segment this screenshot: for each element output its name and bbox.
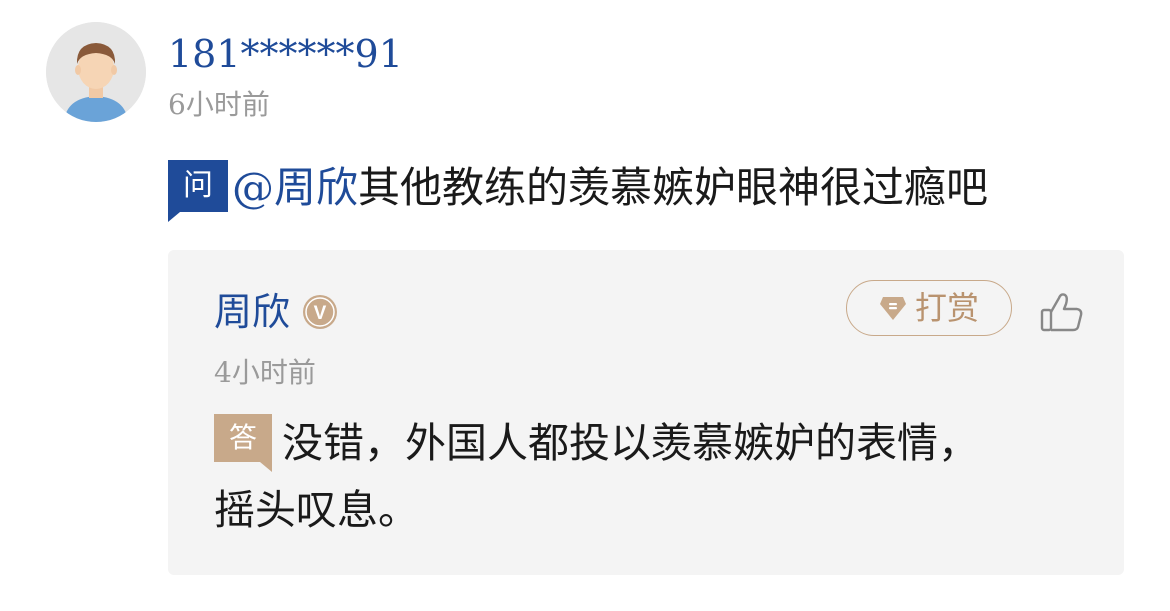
user-avatar[interactable] xyxy=(46,22,146,122)
question-text-line: 问 @周欣其他教练的羡慕嫉妒眼神很过瘾吧 xyxy=(168,158,989,222)
answer-card: 周欣 V 打赏 4小时前 答没错，外国人都投以羡慕嫉妒的表情，摇头叹息。 xyxy=(168,250,1124,575)
question-text: 其他教练的羡慕嫉妒眼神很过瘾吧 xyxy=(358,163,989,212)
asker-username[interactable]: 181******91 xyxy=(168,30,403,78)
verified-badge-icon: V xyxy=(303,295,337,329)
tip-button[interactable]: 打赏 xyxy=(846,280,1012,336)
asker-timestamp: 6小时前 xyxy=(168,88,270,121)
thumbs-up-icon xyxy=(1040,293,1083,332)
svg-text:V: V xyxy=(314,303,327,324)
answer-tag-badge: 答 xyxy=(214,414,272,472)
answer-text-block: 答没错，外国人都投以羡慕嫉妒的表情，摇头叹息。 xyxy=(214,410,1014,544)
tip-button-label: 打赏 xyxy=(914,289,979,327)
answerer-name[interactable]: 周欣 xyxy=(214,288,290,336)
like-button[interactable] xyxy=(1038,288,1086,336)
question-tag-badge: 问 xyxy=(168,160,228,222)
user-avatar-icon xyxy=(46,22,146,122)
mention-link[interactable]: @周欣 xyxy=(232,163,358,212)
answer-timestamp: 4小时前 xyxy=(214,356,316,389)
answer-text: 没错，外国人都投以羡慕嫉妒的表情，摇头叹息。 xyxy=(214,419,979,534)
gem-icon xyxy=(879,297,906,320)
